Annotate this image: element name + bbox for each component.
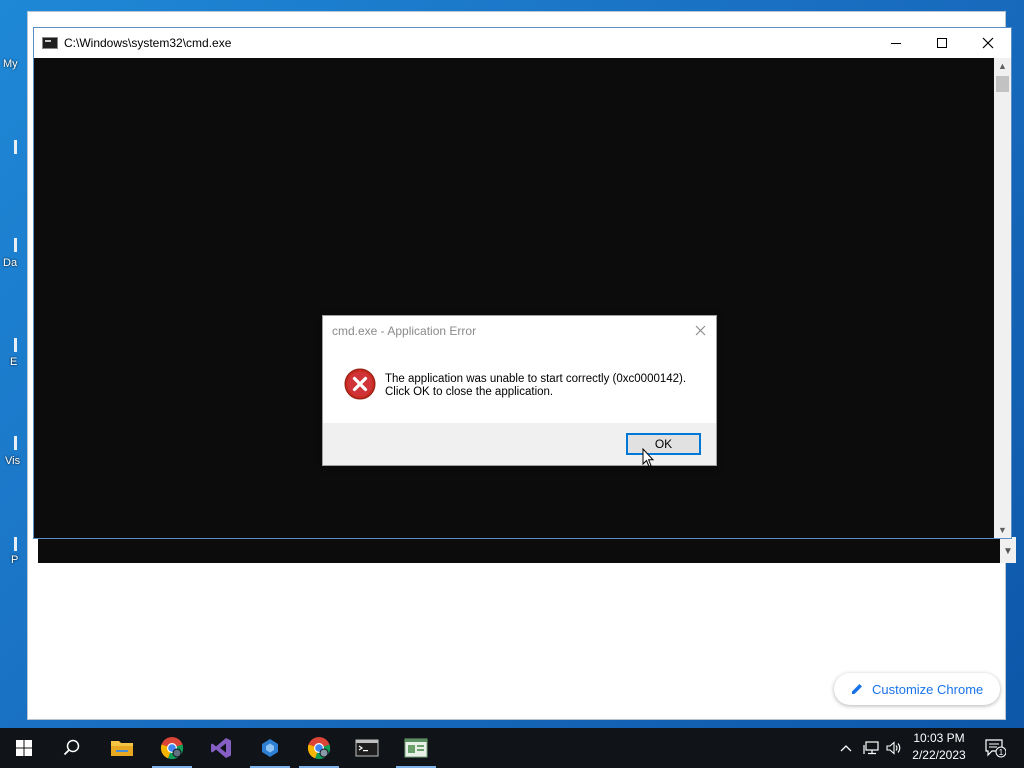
- search-button[interactable]: [48, 728, 96, 768]
- desktop-icon[interactable]: [14, 140, 17, 154]
- taskbar-app-window[interactable]: [392, 728, 440, 768]
- taskbar-chrome-2[interactable]: [295, 728, 343, 768]
- maximize-icon: [937, 38, 947, 48]
- taskbar-chrome[interactable]: [148, 728, 196, 768]
- mouse-cursor-icon: [642, 448, 654, 468]
- show-hidden-icons-button[interactable]: [836, 728, 856, 768]
- console-area[interactable]: [34, 58, 995, 538]
- desktop-icon-label[interactable]: P: [11, 554, 18, 566]
- maximize-button[interactable]: [919, 28, 965, 58]
- cmd-titlebar[interactable]: C:\Windows\system32\cmd.exe: [34, 28, 1011, 58]
- minimize-icon: [891, 42, 901, 44]
- volume-button[interactable]: [884, 728, 904, 768]
- visual-studio-icon: [211, 738, 231, 758]
- chevron-up-icon: [840, 745, 852, 752]
- network-button[interactable]: [860, 728, 882, 768]
- close-icon: [695, 325, 705, 335]
- taskbar-command-prompt[interactable]: [343, 728, 391, 768]
- desktop-icon-label[interactable]: My: [3, 58, 18, 70]
- app-window-icon: [404, 738, 428, 758]
- scrollbar-thumb[interactable]: [996, 76, 1009, 92]
- desktop-icon[interactable]: [14, 436, 17, 450]
- chrome-icon: [160, 737, 184, 760]
- desktop-icon[interactable]: [14, 537, 17, 551]
- desktop-icon-label[interactable]: Vis: [5, 455, 20, 467]
- folder-icon: [111, 741, 133, 756]
- database-tool-icon: [262, 739, 278, 757]
- taskbar: 10:03 PM 2/22/2023 1: [0, 728, 1024, 768]
- cmd-app-icon: [42, 37, 58, 49]
- chrome-dark-strip: [38, 537, 1000, 563]
- windows-logo-icon: [16, 740, 32, 756]
- desktop-icon[interactable]: [14, 238, 17, 252]
- minimize-button[interactable]: [873, 28, 919, 58]
- vertical-scrollbar[interactable]: ▲ ▼: [994, 58, 1011, 538]
- clock-time: 10:03 PM: [913, 731, 965, 745]
- notification-icon: 1: [985, 739, 1006, 758]
- ok-button[interactable]: OK: [626, 433, 701, 455]
- close-button[interactable]: [965, 28, 1011, 58]
- customize-chrome-button[interactable]: Customize Chrome: [834, 673, 1000, 705]
- scroll-down-arrow[interactable]: ▼: [1000, 537, 1016, 563]
- error-icon: [344, 368, 376, 400]
- scroll-up-arrow[interactable]: ▲: [994, 58, 1011, 74]
- command-prompt-icon: [355, 739, 379, 757]
- clock-date: 2/22/2023: [912, 748, 966, 762]
- taskbar-app-blue[interactable]: [246, 728, 294, 768]
- desktop-icon[interactable]: [14, 338, 17, 352]
- chrome-icon: [307, 737, 331, 760]
- close-icon: [982, 37, 994, 49]
- dialog-close-button[interactable]: [690, 320, 710, 340]
- scroll-down-arrow[interactable]: ▼: [994, 522, 1011, 538]
- search-icon: [63, 739, 80, 756]
- window-title: C:\Windows\system32\cmd.exe: [64, 36, 232, 50]
- pencil-icon: [852, 684, 862, 694]
- dialog-title: cmd.exe - Application Error: [332, 324, 477, 338]
- taskbar-visual-studio[interactable]: [197, 728, 245, 768]
- message-line-2: Click OK to close the application.: [385, 386, 554, 398]
- speaker-icon: [886, 741, 901, 755]
- notification-count: 1: [999, 748, 1004, 757]
- action-center-button[interactable]: 1: [980, 728, 1010, 768]
- desktop-icon-label[interactable]: E: [10, 356, 17, 368]
- message-line-1: The application was unable to start corr…: [385, 373, 687, 385]
- desktop-icon-label[interactable]: Da: [3, 257, 17, 269]
- customize-chrome-label: Customize Chrome: [872, 681, 984, 697]
- clock[interactable]: 10:03 PM 2/22/2023: [906, 730, 972, 766]
- network-icon: [863, 741, 879, 755]
- dialog-message: The application was unable to start corr…: [385, 373, 686, 399]
- start-button[interactable]: [0, 728, 48, 768]
- taskbar-file-explorer[interactable]: [98, 728, 146, 768]
